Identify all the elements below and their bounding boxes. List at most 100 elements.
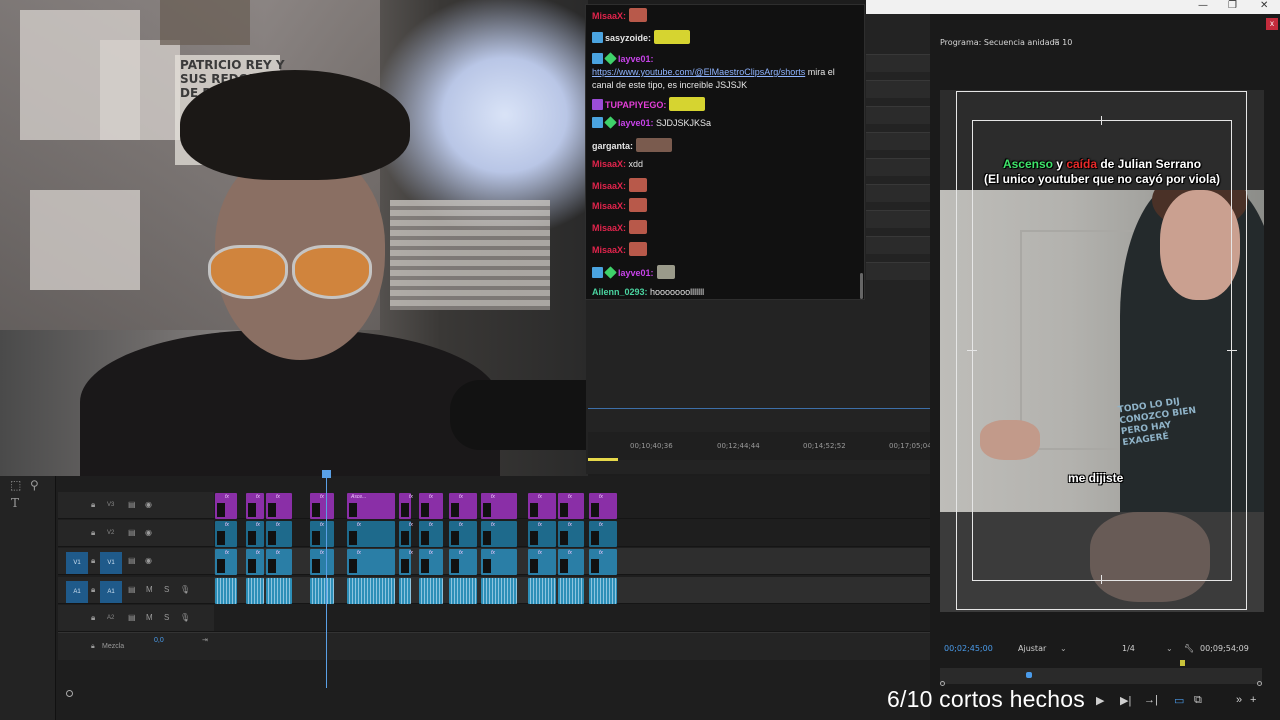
mix-value[interactable]: 0,0 [154, 637, 164, 644]
lock-icon[interactable]: 🔒︎ [91, 643, 95, 651]
video-clip[interactable]: fx [399, 493, 413, 519]
video-clip[interactable]: fx [481, 521, 517, 547]
chat-username[interactable]: TUPAPIYEGO: [605, 100, 666, 110]
video-clip[interactable]: fx [589, 521, 617, 547]
video-clip[interactable]: fx [528, 493, 556, 519]
video-clip[interactable]: fx [215, 549, 237, 575]
lock-icon[interactable]: 🔒︎ [91, 556, 95, 566]
audio-clip[interactable] [449, 578, 477, 604]
resolution-select[interactable]: 1/4 [1122, 644, 1135, 653]
video-clip[interactable]: fx [215, 521, 237, 547]
audio-clip[interactable] [419, 578, 443, 604]
video-clip[interactable]: fx [246, 493, 264, 519]
mute-button[interactable]: M [146, 613, 153, 622]
track-target-a1[interactable]: A1 [100, 581, 122, 603]
chat-username[interactable]: layve01: [618, 268, 654, 278]
video-clip[interactable]: fx [347, 521, 395, 547]
timeline-ruler[interactable]: 00;10;40;36 00;12;44;44 00;14;52;52 00;1… [588, 432, 932, 460]
wrench-icon[interactable]: 🔧︎ [1184, 644, 1194, 653]
lock-icon[interactable]: 🔒︎ [91, 500, 95, 510]
video-clip[interactable]: fx [347, 549, 395, 575]
restore-button[interactable]: ❐ [1228, 0, 1237, 11]
video-clip[interactable]: fx [419, 521, 443, 547]
video-clip[interactable]: fx [215, 493, 237, 519]
eye-icon[interactable]: ◉ [145, 528, 152, 537]
lock-icon[interactable]: 🔒︎ [91, 585, 95, 595]
minimize-button[interactable]: — [1198, 0, 1208, 11]
chat-username[interactable]: MisaaX: [592, 159, 626, 169]
audio-clip[interactable] [215, 578, 237, 604]
mute-button[interactable]: M [146, 585, 153, 594]
video-clip[interactable]: fx [399, 549, 413, 575]
chat-username[interactable]: MisaaX: [592, 201, 626, 211]
step-forward-button[interactable]: ▶| [1120, 694, 1131, 707]
video-clip[interactable]: fx [528, 549, 556, 575]
microphone-icon[interactable]: 🎙︎ [180, 585, 190, 594]
chat-username[interactable]: layve01: [618, 118, 654, 128]
video-clip[interactable]: fx [589, 549, 617, 575]
chat-link[interactable]: https://www.youtube.com/@ElMaestroClipsA… [592, 67, 805, 77]
audio-clip[interactable] [528, 578, 556, 604]
video-clip[interactable]: fx [310, 521, 334, 547]
chat-username[interactable]: MisaaX: [592, 223, 626, 233]
safe-margins-button[interactable]: ▭ [1174, 694, 1184, 707]
lock-icon[interactable]: 🔒︎ [91, 613, 95, 623]
mix-expand-icon[interactable]: ⇥ [202, 636, 208, 644]
play-button[interactable]: ▶ [1096, 694, 1104, 707]
chat-username[interactable]: MisaaX: [592, 11, 626, 21]
video-clip[interactable]: fx [481, 549, 517, 575]
video-clip[interactable]: fx [266, 493, 292, 519]
video-clip[interactable]: fx [481, 493, 517, 519]
track-target-v1[interactable]: V1 [100, 552, 122, 574]
playhead-marker[interactable] [1026, 672, 1032, 678]
chat-username[interactable]: layve01: [618, 54, 654, 64]
selection-tool-icon[interactable]: ⬚ [10, 478, 21, 492]
video-clip[interactable]: fx [419, 549, 443, 575]
chat-username[interactable]: sasyzoide: [605, 33, 651, 43]
eye-icon[interactable]: ◉ [145, 500, 152, 509]
video-clip[interactable]: fx [449, 493, 477, 519]
video-clip[interactable]: fx [449, 549, 477, 575]
audio-clip[interactable] [347, 578, 395, 604]
chat-username[interactable]: MisaaX: [592, 181, 626, 191]
chevron-down-icon[interactable]: ⌄ [1166, 644, 1173, 653]
work-area-bar[interactable] [588, 458, 618, 461]
panel-menu-icon[interactable]: ≡ [1054, 36, 1059, 46]
playhead[interactable] [326, 470, 327, 688]
audio-clip[interactable] [558, 578, 584, 604]
out-point-handle[interactable] [1257, 681, 1262, 686]
scroll-handle[interactable] [66, 690, 73, 697]
audio-clip[interactable] [266, 578, 292, 604]
program-ruler[interactable] [940, 660, 1262, 686]
chat-username[interactable]: Ailenn_0293: [592, 287, 648, 297]
video-clip[interactable]: fx [589, 493, 617, 519]
type-tool-icon[interactable]: T [11, 496, 19, 510]
video-clip[interactable]: fx [558, 521, 584, 547]
more-controls-button[interactable]: » [1236, 694, 1242, 706]
chat-username[interactable]: MisaaX: [592, 245, 626, 255]
chevron-down-icon[interactable]: ⌄ [1060, 644, 1067, 653]
current-timecode[interactable]: 00;02;45;00 [944, 644, 993, 653]
film-icon[interactable]: ▤ [128, 500, 136, 509]
film-icon[interactable]: ▤ [128, 528, 136, 537]
video-clip[interactable]: fx [266, 549, 292, 575]
film-icon[interactable]: ▤ [128, 556, 136, 565]
video-clip[interactable]: fx [419, 493, 443, 519]
chat-scrollbar[interactable] [860, 273, 863, 299]
video-clip[interactable]: fx [528, 521, 556, 547]
zoom-tool-icon[interactable]: ⚲ [30, 478, 39, 492]
audio-clip[interactable] [399, 578, 411, 604]
audio-clip[interactable] [310, 578, 334, 604]
solo-button[interactable]: S [164, 613, 169, 622]
video-clip[interactable]: fx [266, 521, 292, 547]
video-clip[interactable]: fx [558, 493, 584, 519]
zoom-fit-select[interactable]: Ajustar [1018, 644, 1046, 653]
timeline-scrollbar[interactable] [66, 690, 930, 697]
chat-username[interactable]: garganta: [592, 141, 633, 151]
compare-button[interactable]: ⧉ [1194, 694, 1202, 707]
video-clip[interactable]: fx [449, 521, 477, 547]
film-icon[interactable]: ▤ [128, 613, 136, 622]
panel-close-button[interactable]: x [1266, 18, 1278, 30]
video-clip[interactable]: fx [399, 521, 413, 547]
source-patch-a1[interactable]: A1 [66, 581, 88, 603]
